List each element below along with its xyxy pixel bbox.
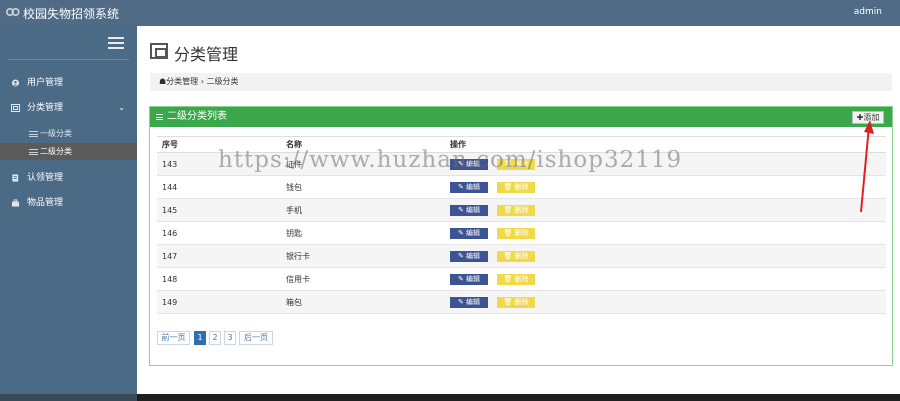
cell-actions: ✎ 编辑 🗑 删除 bbox=[445, 198, 886, 222]
app-title: 校园失物招领系统 bbox=[23, 7, 120, 21]
sidebar-item-items[interactable]: 物品管理 bbox=[0, 194, 137, 212]
category-panel: 二级分类列表 ✚添加 序号 名称 操作 143 证件 ✎ 编辑 🗑 删除 144 … bbox=[149, 106, 893, 366]
sidebar-item-label: 物品管理 bbox=[27, 198, 64, 208]
page-button-1[interactable]: 1 bbox=[194, 331, 206, 345]
list-icon bbox=[156, 114, 163, 120]
cell-id: 148 bbox=[157, 267, 281, 291]
cell-name: 钱包 bbox=[281, 175, 445, 199]
table-row: 146 钥匙 ✎ 编辑 🗑 删除 bbox=[157, 221, 886, 245]
annotation-arrow-icon bbox=[860, 120, 874, 213]
page-title: 分类管理 bbox=[174, 45, 239, 64]
cell-actions: ✎ 编辑 🗑 删除 bbox=[445, 290, 886, 314]
sidebar-subitem-level2[interactable]: 二级分类 bbox=[0, 143, 137, 160]
cell-name: 箱包 bbox=[281, 290, 445, 314]
breadcrumb: ☗分类管理 › 二级分类 bbox=[150, 73, 892, 91]
cell-actions: ✎ 编辑 🗑 删除 bbox=[445, 267, 886, 291]
table-row: 148 信用卡 ✎ 编辑 🗑 删除 bbox=[157, 267, 886, 291]
sidebar-subitem-label: 一级分类 bbox=[40, 129, 72, 138]
cell-name: 手机 bbox=[281, 198, 445, 222]
edit-button[interactable]: ✎ 编辑 bbox=[450, 181, 488, 193]
chevron-down-icon: ⌄ bbox=[118, 103, 125, 112]
sidebar-subitem-level1[interactable]: 一级分类 bbox=[0, 125, 137, 142]
category-icon bbox=[150, 43, 168, 59]
breadcrumb-text[interactable]: ☗分类管理 › 二级分类 bbox=[159, 77, 238, 86]
cell-id: 146 bbox=[157, 221, 281, 245]
panel-title: 二级分类列表 bbox=[167, 111, 227, 122]
top-bar: 校园失物招领系统 admin bbox=[0, 0, 900, 26]
user-icon bbox=[11, 79, 20, 87]
page-button-3[interactable]: 3 bbox=[224, 331, 236, 345]
edit-button[interactable]: ✎ 编辑 bbox=[450, 296, 488, 308]
delete-button[interactable]: 🗑 删除 bbox=[497, 296, 535, 308]
delete-button[interactable]: 🗑 删除 bbox=[497, 204, 535, 216]
menu-toggle-icon[interactable] bbox=[108, 37, 124, 51]
bottom-bar bbox=[0, 394, 900, 401]
claim-icon bbox=[12, 174, 19, 182]
sidebar-item-category[interactable]: 分类管理 ⌄ bbox=[0, 99, 137, 117]
edit-button[interactable]: ✎ 编辑 bbox=[450, 227, 488, 239]
items-icon bbox=[11, 199, 20, 207]
cell-id: 144 bbox=[157, 175, 281, 199]
page-button-2[interactable]: 2 bbox=[209, 331, 221, 345]
prev-page-button[interactable]: 前一页 bbox=[157, 331, 190, 345]
sidebar-item-users[interactable]: 用户管理 bbox=[0, 74, 137, 92]
sidebar-divider bbox=[8, 59, 129, 60]
sidebar-item-label: 用户管理 bbox=[27, 78, 64, 88]
sidebar-item-label: 分类管理 bbox=[27, 103, 64, 113]
delete-button[interactable]: 🗑 删除 bbox=[497, 250, 535, 262]
sidebar: 用户管理 分类管理 ⌄ 一级分类 二级分类 认领管理 物品管理 bbox=[0, 26, 137, 394]
cell-name: 银行卡 bbox=[281, 244, 445, 268]
category-icon bbox=[11, 104, 20, 112]
cell-id: 149 bbox=[157, 290, 281, 314]
edit-button[interactable]: ✎ 编辑 bbox=[450, 204, 488, 216]
delete-button[interactable]: 🗑 删除 bbox=[497, 181, 535, 193]
list-icon bbox=[29, 131, 38, 137]
delete-button[interactable]: 🗑 删除 bbox=[497, 273, 535, 285]
cell-actions: ✎ 编辑 🗑 删除 bbox=[445, 221, 886, 245]
sidebar-subitem-label: 二级分类 bbox=[40, 147, 72, 156]
edit-button[interactable]: ✎ 编辑 bbox=[450, 250, 488, 262]
cell-id: 145 bbox=[157, 198, 281, 222]
list-icon bbox=[29, 149, 38, 155]
watermark: https://www.huzhan.com/ishop32119 bbox=[218, 147, 683, 173]
logo-icon bbox=[6, 7, 20, 17]
edit-button[interactable]: ✎ 编辑 bbox=[450, 273, 488, 285]
panel-header: 二级分类列表 ✚添加 bbox=[150, 107, 892, 127]
table-row: 149 箱包 ✎ 编辑 🗑 删除 bbox=[157, 290, 886, 314]
cell-name: 信用卡 bbox=[281, 267, 445, 291]
sidebar-item-label: 认领管理 bbox=[27, 173, 64, 183]
table-row: 144 钱包 ✎ 编辑 🗑 删除 bbox=[157, 175, 886, 199]
cell-actions: ✎ 编辑 🗑 删除 bbox=[445, 175, 886, 199]
sidebar-item-claims[interactable]: 认领管理 bbox=[0, 169, 137, 187]
delete-button[interactable]: 🗑 删除 bbox=[497, 227, 535, 239]
table-row: 147 银行卡 ✎ 编辑 🗑 删除 bbox=[157, 244, 886, 268]
table-row: 145 手机 ✎ 编辑 🗑 删除 bbox=[157, 198, 886, 222]
cell-name: 钥匙 bbox=[281, 221, 445, 245]
cell-actions: ✎ 编辑 🗑 删除 bbox=[445, 244, 886, 268]
user-menu[interactable]: admin bbox=[854, 7, 882, 17]
next-page-button[interactable]: 后一页 bbox=[239, 331, 273, 345]
cell-id: 147 bbox=[157, 244, 281, 268]
